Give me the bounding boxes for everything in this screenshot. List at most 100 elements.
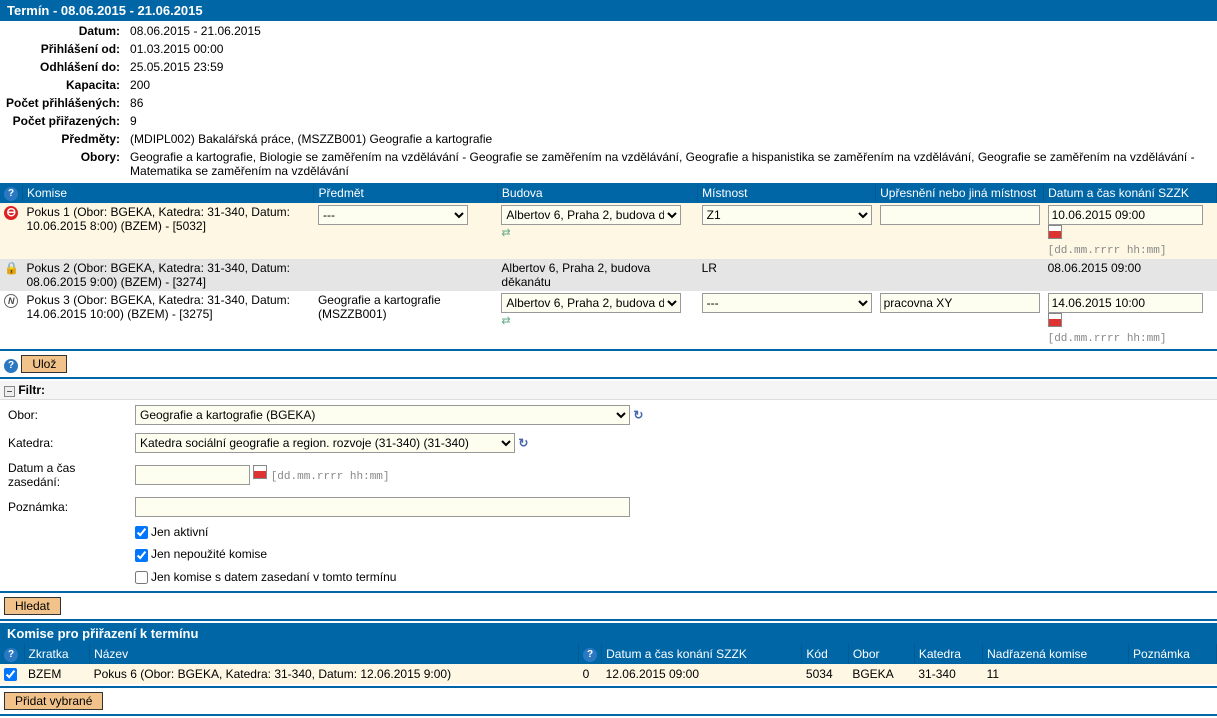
detail-label: Počet přiřazených: <box>2 113 124 129</box>
refresh-icon[interactable]: ↻ <box>633 408 643 422</box>
divider <box>0 686 1217 688</box>
assign-nadrazena: 11 <box>983 664 1129 684</box>
assign-katedra: 31-340 <box>914 664 982 684</box>
swap-icon[interactable]: ⇄ <box>501 227 510 239</box>
cb-termin-input[interactable] <box>135 571 148 584</box>
assign-count: 0 <box>579 664 602 684</box>
subject-text <box>314 259 497 291</box>
divider <box>0 377 1217 379</box>
collapse-icon[interactable]: – <box>4 386 15 397</box>
detail-value: (MDIPL002) Bakalářská práce, (MSZZB001) … <box>126 131 1215 147</box>
divider <box>0 619 1217 621</box>
divider <box>0 714 1217 716</box>
date-hint: [dd.mm.rrrr hh:mm] <box>1048 245 1167 257</box>
search-button[interactable]: Hledat <box>4 597 61 615</box>
swap-icon[interactable]: ⇄ <box>501 315 510 327</box>
cb-nepouzite-input[interactable] <box>135 549 148 562</box>
col-datum: Datum a čas konání SZZK <box>602 644 802 664</box>
col-komise: Komise <box>23 183 314 203</box>
help-icon[interactable]: ? <box>583 648 597 662</box>
building-select[interactable]: Albertov 6, Praha 2, budova děkanátu <box>501 205 681 225</box>
col-poznamka: Poznámka <box>1129 644 1217 664</box>
detail-label: Odhlášení do: <box>2 59 124 75</box>
obor-select[interactable]: Geografie a kartografie (BGEKA) <box>135 405 630 425</box>
filter-header: – Filtr: <box>0 381 1217 400</box>
detail-value: 86 <box>126 95 1215 111</box>
col-zkratka: Zkratka <box>24 644 90 664</box>
help-icon[interactable]: ? <box>4 359 18 373</box>
katedra-label: Katedra: <box>2 430 127 456</box>
assign-nazev: Pokus 6 (Obor: BGEKA, Katedra: 31-340, D… <box>90 664 579 684</box>
detail-label: Přihlášení od: <box>2 41 124 57</box>
detail-label: Počet přihlášených: <box>2 95 124 111</box>
cb-aktivni-input[interactable] <box>135 526 148 539</box>
detail-value: Geografie a kartografie, Biologie se zam… <box>126 149 1215 179</box>
detail-label: Datum: <box>2 23 124 39</box>
assign-kod: 5034 <box>802 664 848 684</box>
help-icon[interactable]: ? <box>4 187 18 201</box>
datum-label: Datum a čas zasedání: <box>2 458 127 492</box>
room-text: LR <box>698 259 876 291</box>
term-header: Termín - 08.06.2015 - 21.06.2015 <box>0 0 1217 21</box>
building-select[interactable]: Albertov 6, Praha 2, budova děkanátu <box>501 293 681 313</box>
refresh-icon[interactable]: ↻ <box>518 436 528 450</box>
new-icon[interactable]: N <box>4 294 18 308</box>
katedra-select[interactable]: Katedra sociální geografie a region. roz… <box>135 433 515 453</box>
col-obor: Obor <box>848 644 914 664</box>
assign-table: ? Zkratka Název ? Datum a čas konání SZZ… <box>0 644 1217 684</box>
commission-row: ⊖ Pokus 1 (Obor: BGEKA, Katedra: 31-340,… <box>0 203 1217 259</box>
assign-checkbox[interactable] <box>4 668 17 681</box>
cb-aktivni[interactable]: Jen aktivní <box>135 525 208 539</box>
col-kod: Kód <box>802 644 848 664</box>
col-predmet: Předmět <box>314 183 497 203</box>
detail-value: 200 <box>126 77 1215 93</box>
filter-title: Filtr: <box>18 383 45 397</box>
commission-name: Pokus 1 (Obor: BGEKA, Katedra: 31-340, D… <box>23 203 314 259</box>
col-katedra: Katedra <box>914 644 982 664</box>
datum-input[interactable] <box>135 465 250 485</box>
calendar-icon[interactable] <box>1048 225 1062 239</box>
misc-input[interactable] <box>880 293 1040 313</box>
date-input[interactable] <box>1048 205 1203 225</box>
detail-value: 08.06.2015 - 21.06.2015 <box>126 23 1215 39</box>
date-input[interactable] <box>1048 293 1203 313</box>
add-selected-button[interactable]: Přidat vybrané <box>4 692 103 710</box>
col-upresneni: Upřesnění nebo jiná místnost <box>876 183 1044 203</box>
calendar-icon[interactable] <box>253 465 267 479</box>
detail-label: Obory: <box>2 149 124 179</box>
col-nadrazena: Nadřazená komise <box>983 644 1129 664</box>
commission-name: Pokus 3 (Obor: BGEKA, Katedra: 31-340, D… <box>23 291 314 347</box>
obor-label: Obor: <box>2 402 127 428</box>
assign-obor: BGEKA <box>848 664 914 684</box>
cb-termin[interactable]: Jen komise s datem zasedaní v tomto term… <box>135 570 396 584</box>
divider <box>0 591 1217 593</box>
assign-poznamka <box>1129 664 1217 684</box>
poznamka-input[interactable] <box>135 497 630 517</box>
building-text: Albertov 6, Praha 2, budova děkanátu <box>497 259 697 291</box>
room-select[interactable]: --- <box>702 293 872 313</box>
cb-nepouzite[interactable]: Jen nepoužité komise <box>135 547 267 561</box>
misc-input[interactable] <box>880 205 1040 225</box>
cb-nepouzite-label: Jen nepoužité komise <box>151 547 267 561</box>
subject-select[interactable]: --- <box>318 205 468 225</box>
help-icon[interactable]: ? <box>4 648 18 662</box>
calendar-icon[interactable] <box>1048 313 1062 327</box>
cb-termin-label: Jen komise s datem zasedaní v tomto term… <box>151 570 396 584</box>
poznamka-label: Poznámka: <box>2 494 127 520</box>
misc-text <box>876 259 1044 291</box>
datum-hint: [dd.mm.rrrr hh:mm] <box>271 471 390 483</box>
save-button[interactable]: Ulož <box>21 355 67 373</box>
commission-row: 🔒 Pokus 2 (Obor: BGEKA, Katedra: 31-340,… <box>0 259 1217 291</box>
col-mistnost: Místnost <box>698 183 876 203</box>
col-datum: Datum a čas konání SZZK <box>1044 183 1217 203</box>
col-nazev: Název <box>90 644 579 664</box>
delete-icon[interactable]: ⊖ <box>4 206 18 220</box>
commissions-table: ? Komise Předmět Budova Místnost Upřesně… <box>0 183 1217 347</box>
detail-label: Kapacita: <box>2 77 124 93</box>
room-select[interactable]: Z1 <box>702 205 872 225</box>
assign-row: BZEM Pokus 6 (Obor: BGEKA, Katedra: 31-3… <box>0 664 1217 684</box>
details-table: Datum:08.06.2015 - 21.06.2015Přihlášení … <box>0 21 1217 181</box>
detail-value: 01.03.2015 00:00 <box>126 41 1215 57</box>
assign-header: Komise pro přiřazení k termínu <box>0 623 1217 644</box>
cb-aktivni-label: Jen aktivní <box>151 525 208 539</box>
